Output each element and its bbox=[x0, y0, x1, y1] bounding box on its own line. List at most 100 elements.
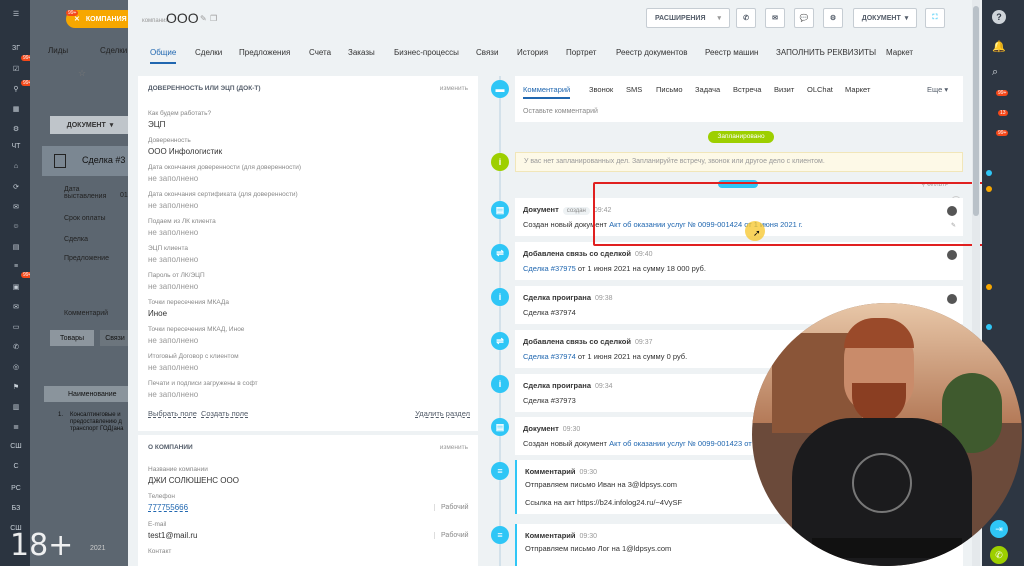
edit-title-icon[interactable]: ✎ bbox=[200, 14, 207, 23]
expand-button[interactable]: ⛶ bbox=[925, 8, 945, 28]
mail-icon[interactable]: ✉ bbox=[6, 303, 26, 315]
field-label: Дата окончания сертификата (для доверенн… bbox=[148, 191, 298, 198]
mail-button[interactable]: ✉ bbox=[765, 8, 785, 28]
event-title: Документ bbox=[523, 205, 559, 214]
feed-icon[interactable]: ▣ bbox=[6, 283, 26, 295]
phone-icon[interactable]: ✆ bbox=[6, 343, 26, 355]
copy-icon[interactable]: ❐ bbox=[210, 14, 217, 23]
deal-link[interactable]: Сделка #37975 bbox=[523, 264, 576, 273]
phone-button[interactable]: ✆ bbox=[736, 8, 756, 28]
composer-tab-task[interactable]: Задача bbox=[695, 85, 720, 94]
tab-deals[interactable]: Сделки bbox=[195, 48, 222, 57]
window-icon[interactable]: ▭ bbox=[6, 323, 26, 335]
logout-icon[interactable]: ⇥ bbox=[990, 520, 1008, 538]
scrollbar-thumb[interactable] bbox=[973, 6, 979, 216]
row-number: 1. bbox=[58, 412, 64, 418]
funnel-icon[interactable]: ⚲ bbox=[6, 85, 26, 97]
field-value: не заполнено bbox=[148, 255, 199, 264]
close-icon: ✕ bbox=[74, 16, 80, 23]
edit-link[interactable]: изменить bbox=[440, 444, 468, 451]
nav-item[interactable]: РС bbox=[6, 485, 26, 497]
field-label: Дата окончания доверенности (для доверен… bbox=[148, 164, 302, 171]
tab-general[interactable]: Общие bbox=[150, 48, 177, 64]
deals-link[interactable]: Сделки bbox=[100, 46, 127, 55]
drive-icon[interactable]: ⌂ bbox=[6, 163, 26, 175]
tab-invoices[interactable]: Счета bbox=[309, 48, 331, 57]
tab-bizproc[interactable]: Бизнес-процессы bbox=[394, 48, 459, 57]
expand-icon: ⛶ bbox=[932, 14, 938, 21]
apps-icon[interactable]: ▤ bbox=[6, 243, 26, 255]
presenter-video bbox=[752, 303, 1022, 566]
select-field-link[interactable]: Выбрать поле bbox=[148, 409, 197, 418]
tab-fill-requisites[interactable]: ЗАПОЛНИТЬ РЕКВИЗИТЫ bbox=[776, 48, 876, 57]
field-value: не заполнено bbox=[148, 336, 199, 345]
nav-item[interactable]: БЗ bbox=[6, 505, 26, 517]
help-icon[interactable]: ? bbox=[992, 10, 1006, 24]
flag-icon[interactable]: ⚑ bbox=[6, 383, 26, 395]
extensions-button[interactable]: РАСШИРЕНИЯ ▾ bbox=[646, 8, 730, 28]
composer-tab-sms[interactable]: SMS bbox=[626, 85, 642, 94]
tab-orders[interactable]: Заказы bbox=[348, 48, 375, 57]
field-label: Подаем из ЛК клиента bbox=[148, 218, 216, 225]
star-icon[interactable]: ☆ bbox=[78, 68, 86, 79]
phone-link[interactable]: 777755666 bbox=[148, 503, 188, 512]
settings-button[interactable]: ⚙ bbox=[823, 8, 843, 28]
calendar-icon[interactable]: ▦ bbox=[6, 105, 26, 117]
comment-input[interactable]: Оставьте комментарий bbox=[523, 108, 598, 115]
tab-products[interactable]: Товары bbox=[50, 330, 94, 346]
deal-link[interactable]: Сделка #37974 bbox=[523, 352, 576, 361]
deal-title: Сделка #3 bbox=[82, 155, 126, 165]
search-icon[interactable]: ⌕ bbox=[992, 66, 998, 79]
chat-icon[interactable]: ✉ bbox=[6, 203, 26, 215]
chevron-down-icon: ▾ bbox=[942, 85, 949, 94]
sync-icon[interactable]: ⟳ bbox=[6, 183, 26, 195]
composer-tab-market[interactable]: Маркет bbox=[845, 85, 870, 94]
tasks-icon[interactable]: ☑ bbox=[6, 65, 26, 77]
composer-tab-comment[interactable]: Комментарий bbox=[523, 85, 571, 99]
tab-history[interactable]: История bbox=[517, 48, 548, 57]
nav-item[interactable]: ЧТ bbox=[6, 143, 26, 155]
tab-links[interactable]: Связи bbox=[100, 330, 130, 346]
composer-tab-visit[interactable]: Визит bbox=[774, 85, 794, 94]
tab-car-registry[interactable]: Реестр машин bbox=[705, 48, 758, 57]
box-icon[interactable]: ▥ bbox=[6, 403, 26, 415]
nav-item[interactable]: С bbox=[6, 463, 26, 475]
chat-button[interactable]: 💬 bbox=[794, 8, 814, 28]
tab-links[interactable]: Связи bbox=[476, 48, 498, 57]
bell-icon[interactable]: 🔔 bbox=[992, 40, 1006, 53]
chat-bubble-icon: ▬ bbox=[491, 80, 509, 98]
event-title: Сделка проиграна bbox=[523, 293, 592, 302]
composer-more[interactable]: Еще ▾ bbox=[927, 85, 948, 94]
doc-button[interactable]: ДОКУМЕНТ ▾ bbox=[50, 116, 130, 134]
chevron-down-icon: ▾ bbox=[717, 15, 722, 22]
create-field-link[interactable]: Создать поле bbox=[201, 409, 248, 418]
target-icon[interactable]: ◎ bbox=[6, 363, 26, 375]
chat-icon: 💬 bbox=[799, 15, 809, 22]
edit-link[interactable]: изменить bbox=[440, 85, 468, 92]
deal-header: Сделка #3 bbox=[42, 146, 132, 176]
delete-section-link[interactable]: Удалить раздел bbox=[415, 409, 470, 418]
field-label: Название компании bbox=[148, 466, 208, 473]
email-link[interactable]: test1@mail.ru bbox=[148, 531, 197, 540]
document-button[interactable]: ДОКУМЕНТ ▾ bbox=[853, 8, 917, 28]
tab-market[interactable]: Маркет bbox=[886, 48, 913, 57]
composer-tab-meeting[interactable]: Встреча bbox=[733, 85, 761, 94]
field-label: Итоговый Договор с клиентом bbox=[148, 353, 239, 360]
leads-link[interactable]: Лиды bbox=[48, 46, 68, 55]
nav-item[interactable]: СШ bbox=[6, 443, 26, 455]
field-label: Дата выставления bbox=[64, 186, 107, 200]
event-time: 09:30 bbox=[579, 533, 598, 540]
tab-offers[interactable]: Предложения bbox=[239, 48, 290, 57]
tab-doc-registry[interactable]: Реестр документов bbox=[616, 48, 687, 57]
layers-icon[interactable]: ≣ bbox=[6, 423, 26, 435]
composer-tab-letter[interactable]: Письмо bbox=[656, 85, 683, 94]
menu-icon[interactable]: ☰ bbox=[6, 10, 26, 22]
composer-tab-olchat[interactable]: OLChat bbox=[807, 85, 833, 94]
composer-tab-call[interactable]: Звонок bbox=[589, 85, 613, 94]
settings-icon[interactable]: ⚙ bbox=[6, 125, 26, 137]
field-label: Телефон bbox=[148, 493, 175, 500]
call-icon[interactable]: ✆ bbox=[990, 546, 1008, 564]
group-icon[interactable]: ☺ bbox=[6, 223, 26, 235]
tab-portrait[interactable]: Портрет bbox=[566, 48, 596, 57]
status-badge: создан bbox=[562, 207, 590, 215]
